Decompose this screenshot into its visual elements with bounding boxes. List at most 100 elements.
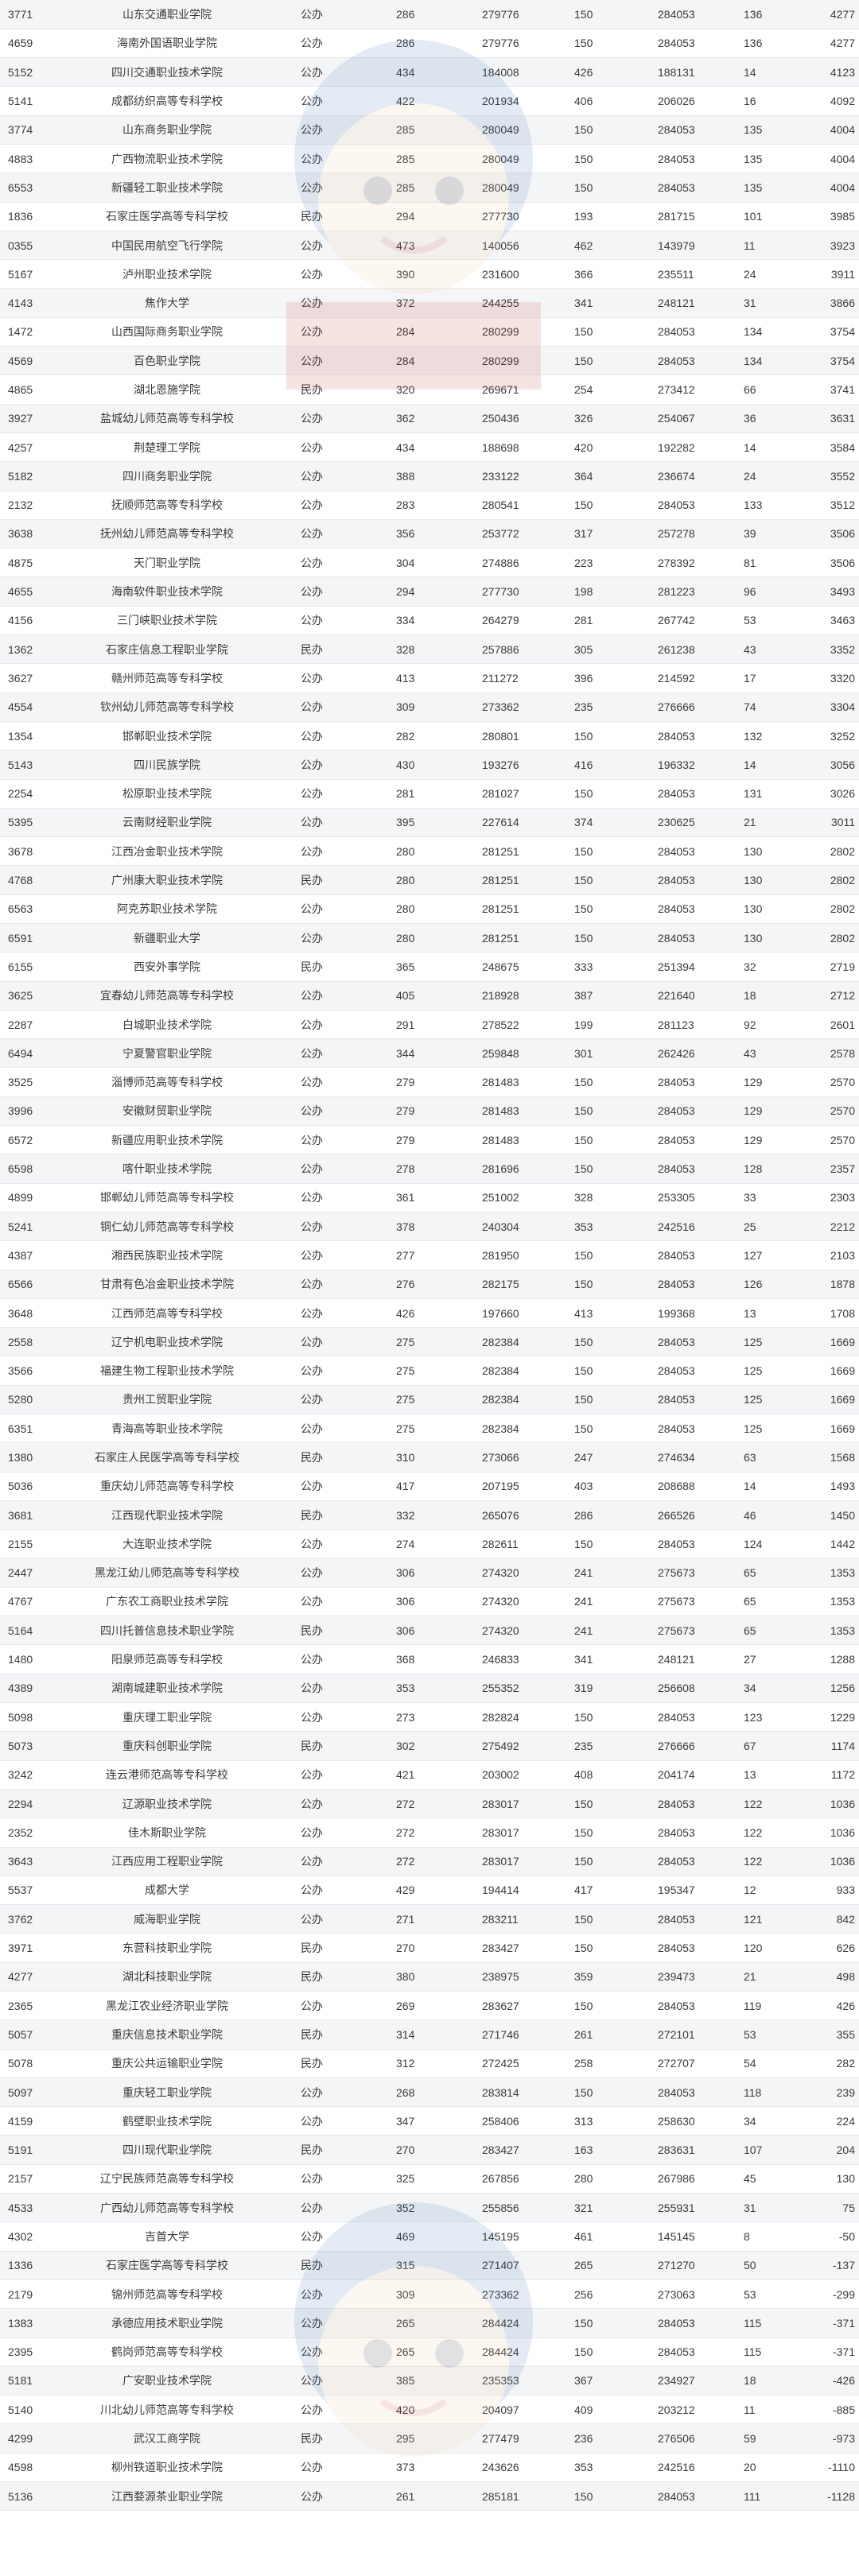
ref-rank-cell: 199368 [634, 1298, 729, 1329]
table-row: 0355 中国民用航空飞行学院 公办 473 140056 462 143979 11 3923 [0, 231, 859, 261]
school-type-cell: 公办 [270, 2366, 372, 2396]
school-name-cell: 邯郸幼儿师范高等专科学校 [64, 1183, 270, 1212]
min-rank-cell: 274320 [468, 1587, 554, 1617]
plan-score-cell: 150 [554, 346, 634, 376]
school-code-cell: 4302 [0, 2221, 64, 2252]
score-diff-cell: 126 [729, 1270, 791, 1299]
school-type-cell: 公办 [270, 923, 372, 953]
min-rank-cell: 257886 [468, 634, 554, 665]
plan-score-cell: 198 [554, 576, 634, 607]
table-row: 5097 重庆轻工职业学院 公办 268 283814 150 284053 118 239 [0, 2077, 859, 2108]
min-rank-cell: 273362 [468, 2279, 554, 2310]
school-name-cell: 松原职业技术学院 [64, 779, 270, 809]
school-name-cell: 武汉工商学院 [64, 2423, 270, 2454]
min-score-cell: 270 [372, 2135, 468, 2165]
min-rank-cell: 284424 [468, 2337, 554, 2367]
school-code-cell: 5167 [0, 259, 64, 289]
min-score-cell: 279 [372, 1096, 468, 1127]
school-type-cell: 公办 [270, 1760, 372, 1790]
school-name-cell: 锦州师范高等专科学校 [64, 2279, 270, 2310]
table-row: 3971 东营科技职业学院 民办 270 283427 150 284053 120 626 [0, 1933, 859, 1963]
school-code-cell: 4299 [0, 2423, 64, 2454]
ref-rank-cell: 284053 [634, 1789, 729, 1819]
score-diff-cell: 20 [729, 2453, 791, 2483]
school-name-cell: 广西物流职业技术学院 [64, 144, 270, 174]
plan-score-cell: 150 [554, 894, 634, 925]
min-rank-cell: 282384 [468, 1327, 554, 1357]
school-name-cell: 泸州职业技术学院 [64, 259, 270, 289]
score-diff-cell: 129 [729, 1125, 791, 1155]
school-code-cell: 3678 [0, 836, 64, 867]
score-diff-cell: 135 [729, 144, 791, 174]
rank-gap-cell: 626 [791, 1933, 859, 1963]
school-type-cell: 公办 [270, 1096, 372, 1127]
school-name-cell: 山东交通职业学院 [64, 0, 270, 29]
plan-score-cell: 150 [554, 491, 634, 520]
table-body: 3771 山东交通职业学院 公办 286 279776 150 284053 136 4277 4… [0, 0, 859, 2512]
school-code-cell: 5182 [0, 461, 64, 491]
rank-gap-cell: 4277 [791, 0, 859, 29]
min-score-cell: 334 [372, 606, 468, 636]
min-score-cell: 430 [372, 750, 468, 780]
plan-score-cell: 313 [554, 2106, 634, 2136]
plan-score-cell: 150 [554, 1933, 634, 1963]
school-name-cell: 湖北科技职业学院 [64, 1962, 270, 1992]
min-rank-cell: 207195 [468, 1472, 554, 1501]
rank-gap-cell: 1353 [791, 1587, 859, 1617]
plan-score-cell: 462 [554, 231, 634, 261]
plan-score-cell: 387 [554, 981, 634, 1011]
min-score-cell: 388 [372, 461, 468, 491]
min-rank-cell: 273066 [468, 1442, 554, 1472]
min-score-cell: 285 [372, 144, 468, 174]
rank-gap-cell: 1669 [791, 1414, 859, 1444]
min-rank-cell: 203002 [468, 1760, 554, 1790]
table-row: 4277 湖北科技职业学院 民办 380 238975 359 239473 21 498 [0, 1962, 859, 1992]
score-diff-cell: 8 [729, 2221, 791, 2252]
rank-gap-cell: 3754 [791, 317, 859, 347]
score-diff-cell: 74 [729, 692, 791, 722]
plan-score-cell: 281 [554, 606, 634, 636]
score-diff-cell: 128 [729, 1154, 791, 1184]
plan-score-cell: 150 [554, 2308, 634, 2338]
school-code-cell: 2294 [0, 1789, 64, 1819]
score-diff-cell: 43 [729, 1038, 791, 1069]
ref-rank-cell: 196332 [634, 750, 729, 780]
rank-gap-cell: -371 [791, 2308, 859, 2338]
min-score-cell: 270 [372, 1933, 468, 1963]
plan-score-cell: 353 [554, 2453, 634, 2483]
min-rank-cell: 280541 [468, 491, 554, 520]
score-diff-cell: 130 [729, 865, 791, 895]
ref-rank-cell: 284053 [634, 1356, 729, 1386]
min-rank-cell: 277730 [468, 202, 554, 231]
table-row: 4302 吉首大学 公办 469 145195 461 145145 8 -50 [0, 2221, 859, 2252]
min-score-cell: 373 [372, 2453, 468, 2483]
rank-gap-cell: -973 [791, 2423, 859, 2454]
score-diff-cell: 16 [729, 86, 791, 116]
table-row: 3643 江西应用工程职业学院 公办 272 283017 150 284053 122 103… [0, 1847, 859, 1876]
rank-gap-cell: 3741 [791, 374, 859, 405]
school-type-cell: 公办 [270, 808, 372, 838]
score-diff-cell: 34 [729, 2106, 791, 2136]
rank-gap-cell: 3866 [791, 288, 859, 318]
score-diff-cell: 13 [729, 1298, 791, 1329]
plan-score-cell: 396 [554, 663, 634, 693]
table-row: 4299 武汉工商学院 民办 295 277479 236 276506 59 -973 [0, 2423, 859, 2454]
score-diff-cell: 132 [729, 721, 791, 751]
school-code-cell: 4899 [0, 1183, 64, 1212]
min-rank-cell: 274320 [468, 1558, 554, 1588]
min-rank-cell: 246833 [468, 1644, 554, 1674]
ref-rank-cell: 284053 [634, 1154, 729, 1184]
school-code-cell: 2254 [0, 779, 64, 809]
school-type-cell: 公办 [270, 721, 372, 751]
ref-rank-cell: 284053 [634, 1414, 729, 1444]
school-name-cell: 邯郸职业技术学院 [64, 721, 270, 751]
school-name-cell: 湘西民族职业技术学院 [64, 1240, 270, 1271]
min-score-cell: 275 [372, 1356, 468, 1386]
table-row: 5191 四川现代职业学院 民办 270 283427 163 283631 107 204 [0, 2135, 859, 2165]
min-score-cell: 395 [372, 808, 468, 838]
min-rank-cell: 283017 [468, 1847, 554, 1876]
table-row: 1836 石家庄医学高等专科学校 民办 294 277730 193 281715 101 39… [0, 202, 859, 231]
min-score-cell: 265 [372, 2337, 468, 2367]
table-row: 2395 鹤岗师范高等专科学校 公办 265 284424 150 284053 115 -37… [0, 2337, 859, 2367]
table-row: 2155 大连职业技术学院 公办 274 282611 150 284053 124 1442 [0, 1529, 859, 1559]
